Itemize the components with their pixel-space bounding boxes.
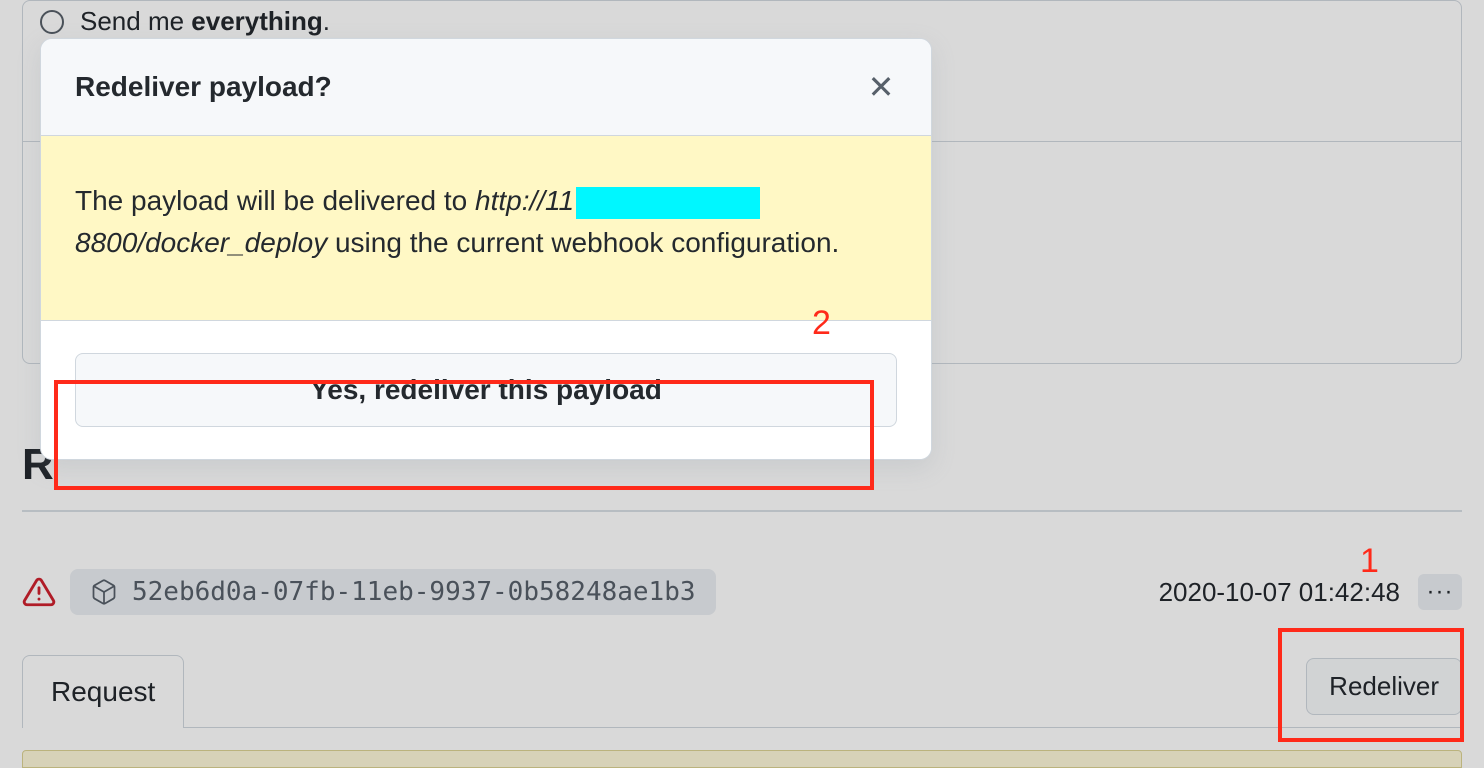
redacted-segment [576,187,760,219]
dialog-close-button[interactable]: ✕ [865,71,897,103]
payload-url-after: 8800/docker_deploy [75,227,327,258]
payload-url-before: http://11 [475,185,574,216]
redeliver-confirmation-dialog: Redeliver payload? ✕ The payload will be… [40,38,932,460]
body-suffix: using the current webhook configuration. [335,227,839,258]
close-icon: ✕ [868,68,895,106]
dialog-actions: Yes, redeliver this payload [41,321,931,459]
dialog-body: The payload will be delivered to http://… [41,136,931,321]
annotation-label-2: 2 [812,304,831,343]
dialog-title: Redeliver payload? [75,71,332,103]
dialog-header: Redeliver payload? ✕ [41,39,931,136]
confirm-redeliver-button[interactable]: Yes, redeliver this payload [75,353,897,427]
annotation-label-1: 1 [1360,542,1379,581]
body-prefix: The payload will be delivered to [75,185,475,216]
